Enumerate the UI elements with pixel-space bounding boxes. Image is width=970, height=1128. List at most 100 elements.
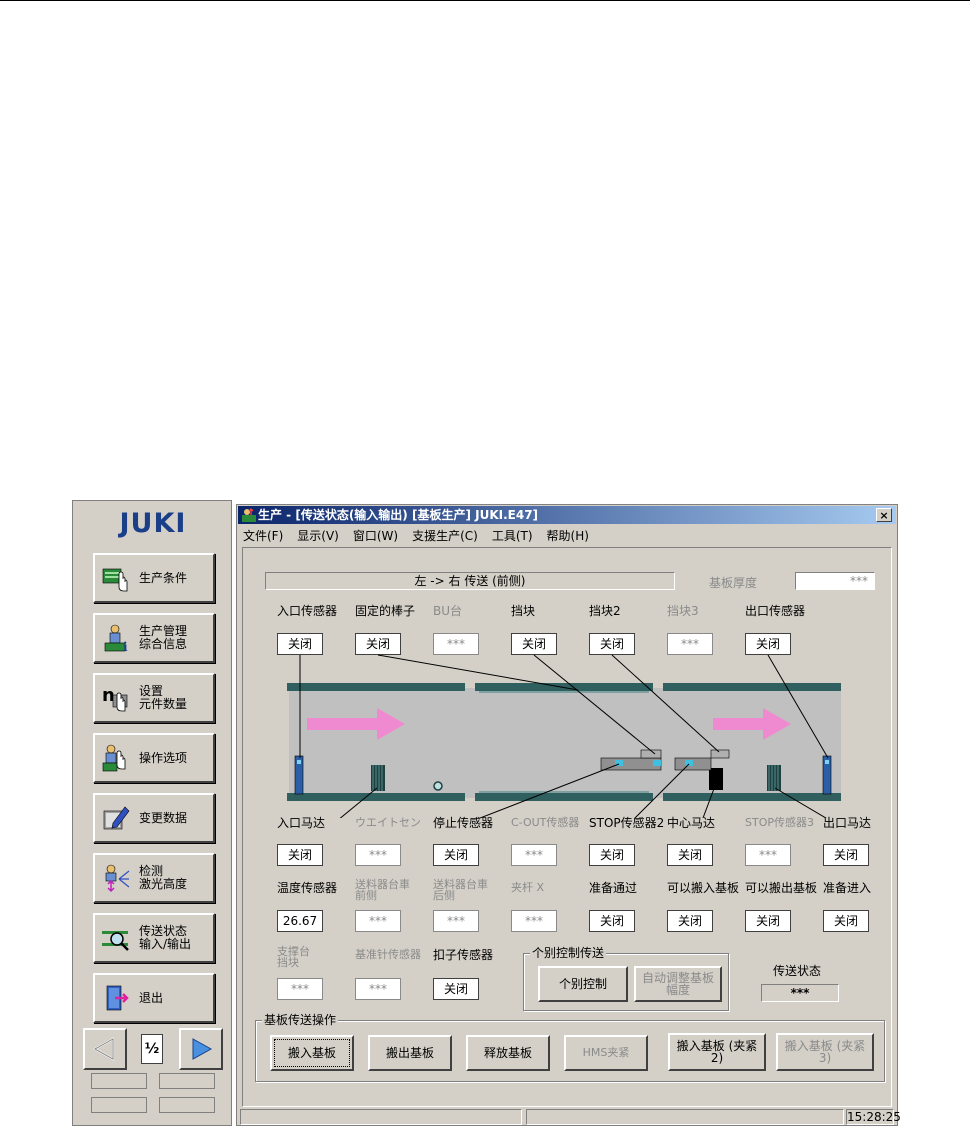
empty-slot — [159, 1073, 215, 1089]
edit-data-label: 变更数据 — [139, 810, 188, 825]
bottom-rail-right — [663, 793, 841, 801]
component-count-button[interactable]: n 设置 元件数量 — [93, 673, 215, 723]
menu-window[interactable]: 窗口(W) — [353, 527, 398, 545]
load-board-clamp3-button[interactable]: 搬入基板 (夹紧 3) — [776, 1033, 874, 1071]
center-motor-shape — [709, 768, 723, 790]
bu-table-label: BU台 — [433, 604, 463, 618]
exit-icon — [106, 985, 129, 1011]
exit-button[interactable]: 退出 — [93, 973, 215, 1023]
component-count-label: 设置 元件数量 — [139, 684, 188, 711]
close-button[interactable]: × — [876, 508, 892, 522]
conveyor-status-panel: 左 -> 右 传送 (前侧) 基板厚度 *** 入口传感器 固定的棒子 BU台 … — [242, 547, 892, 1107]
exit-motor-value: 关闭 — [823, 844, 869, 866]
conveyor-direction: 左 -> 右 传送 (前侧) — [265, 572, 675, 590]
status-bar: 15:28:25 — [240, 1109, 901, 1125]
operation-option-button[interactable]: 操作选项 — [93, 733, 215, 783]
reference-pin-sensor-label: 基准针传感器 — [355, 948, 421, 961]
top-rule — [0, 0, 970, 1]
triangle-left-icon — [92, 1037, 114, 1061]
stop-sensor3-label: STOP传感器3 — [745, 816, 814, 829]
top-rail-right — [663, 683, 841, 691]
reference-pin-sensor-value: *** — [355, 978, 401, 1000]
release-board-button[interactable]: 释放基板 — [466, 1035, 550, 1071]
empty-slot — [159, 1097, 215, 1113]
can-unload-board-value: 关闭 — [745, 910, 791, 932]
production-info-button[interactable]: i 生产管理 综合信息 — [93, 613, 215, 663]
center-motor-value: 关闭 — [667, 844, 713, 866]
title-bar: 生产 - [传送状态(输入输出) [基板生产] JUKI.E47] × — [238, 506, 896, 524]
prev-page-button[interactable] — [83, 1028, 127, 1070]
menu-tools[interactable]: 工具(T) — [492, 527, 533, 545]
unload-board-button[interactable]: 搬出基板 — [368, 1035, 452, 1071]
left-nav-panel: JUKI 生产条件 i 生产管理 综合信息 n 设置 元件数量 操作选项 变更数… — [72, 500, 232, 1126]
component-count-icon: n — [102, 685, 128, 712]
next-page-button[interactable] — [179, 1028, 223, 1070]
page-pager: ½ — [83, 1028, 223, 1070]
conveyor-status-button[interactable]: 传送状态 输入/输出 — [93, 913, 215, 963]
conveyor-status-label: 传送状态 输入/输出 — [139, 924, 192, 951]
weight-sensor-shape — [433, 781, 443, 791]
menu-view[interactable]: 显示(V) — [297, 527, 339, 545]
fixed-pin-label: 固定的棒子 — [355, 604, 416, 618]
load-board-clamp2-button[interactable]: 搬入基板 (夹紧 2) — [668, 1033, 766, 1071]
clamp-x-label: 夹杆 X — [511, 881, 545, 894]
board-transfer-ops-group: 基板传送操作 搬入基板 搬出基板 释放基板 HMS夹紧 搬入基板 (夹紧 2) … — [255, 1013, 885, 1082]
hms-clamp-button[interactable]: HMS夹紧 — [564, 1035, 648, 1071]
svg-text:i: i — [123, 640, 128, 653]
individual-control-button[interactable]: 个别控制 — [538, 966, 628, 1002]
menu-file[interactable]: 文件(F) — [243, 527, 283, 545]
board-transfer-ops-title: 基板传送操作 — [262, 1013, 339, 1027]
production-condition-label: 生产条件 — [139, 570, 188, 585]
laser-height-label: 检测 激光高度 — [139, 864, 188, 891]
board-thickness-value: *** — [795, 572, 875, 590]
ready-enter-label: 准备进入 — [823, 881, 872, 895]
main-window: 生产 - [传送状态(输入输出) [基板生产] JUKI.E47] × 文件(F… — [236, 504, 901, 1126]
stop-sensor-value: 关闭 — [433, 844, 479, 866]
clamp-x-value: *** — [511, 910, 557, 932]
menu-bar: 文件(F) 显示(V) 窗口(W) 支援生产(C) 工具(T) 帮助(H) — [243, 527, 603, 545]
triangle-right-icon — [192, 1038, 213, 1060]
window-title: 生产 - [传送状态(输入输出) [基板生产] JUKI.E47] — [258, 508, 539, 522]
stop-sensor2-value: 关闭 — [589, 844, 635, 866]
menu-support[interactable]: 支援生产(C) — [412, 527, 478, 545]
edit-data-button[interactable]: 变更数据 — [93, 793, 215, 843]
can-load-board-label: 可以搬入基板 — [667, 881, 740, 895]
auto-adjust-width-button[interactable]: 自动调整基板 幅度 — [634, 966, 722, 1002]
entry-sensor-label: 入口传感器 — [277, 604, 338, 618]
menu-help[interactable]: 帮助(H) — [547, 527, 589, 545]
feeder-cart-rear-label: 送料器台車 后侧 — [433, 878, 488, 902]
app-icon — [242, 508, 256, 522]
load-board-button[interactable]: 搬入基板 — [270, 1035, 354, 1071]
production-condition-icon — [102, 568, 128, 592]
temperature-sensor-label: 温度传感器 — [277, 881, 338, 895]
empty-slot — [91, 1097, 147, 1113]
exit-motor-label: 出口马达 — [823, 816, 872, 830]
clasp-sensor-label: 扣子传感器 — [433, 948, 494, 962]
feeder-cart-front-value: *** — [355, 910, 401, 932]
stopper2-label: 挡块2 — [589, 604, 621, 618]
edit-data-icon — [103, 806, 130, 830]
can-unload-board-label: 可以搬出基板 — [745, 881, 818, 895]
c-out-sensor-label: C-OUT传感器 — [511, 816, 580, 829]
status-pane-main — [240, 1109, 522, 1125]
ready-enter-value: 关闭 — [823, 910, 869, 932]
conveyor-status-icon — [102, 931, 129, 951]
support-stopper-label: 支撑台 挡块 — [277, 945, 310, 969]
exit-sensor-label: 出口传感器 — [745, 604, 806, 618]
exit-label: 退出 — [139, 990, 164, 1005]
laser-height-button[interactable]: 检测 激光高度 — [93, 853, 215, 903]
individual-control-title: 个别控制传送 — [530, 946, 607, 960]
top-rail-left — [287, 683, 465, 691]
individual-control-group: 个别控制传送 个别控制 自动调整基板 幅度 — [523, 946, 729, 1011]
ready-pass-label: 准备通过 — [589, 881, 638, 895]
production-info-label: 生产管理 综合信息 — [139, 624, 188, 651]
production-condition-button[interactable]: 生产条件 — [93, 553, 215, 603]
transfer-status-value: *** — [761, 984, 839, 1002]
ready-pass-value: 关闭 — [589, 910, 635, 932]
temperature-sensor-value: 26.67 — [277, 910, 323, 932]
support-stopper-value: *** — [277, 978, 323, 1000]
clasp-sensor-value: 关闭 — [433, 978, 479, 1000]
weight-sensor-value: *** — [355, 844, 401, 866]
page-indicator: ½ — [141, 1034, 163, 1064]
entry-motor-value: 关闭 — [277, 844, 323, 866]
